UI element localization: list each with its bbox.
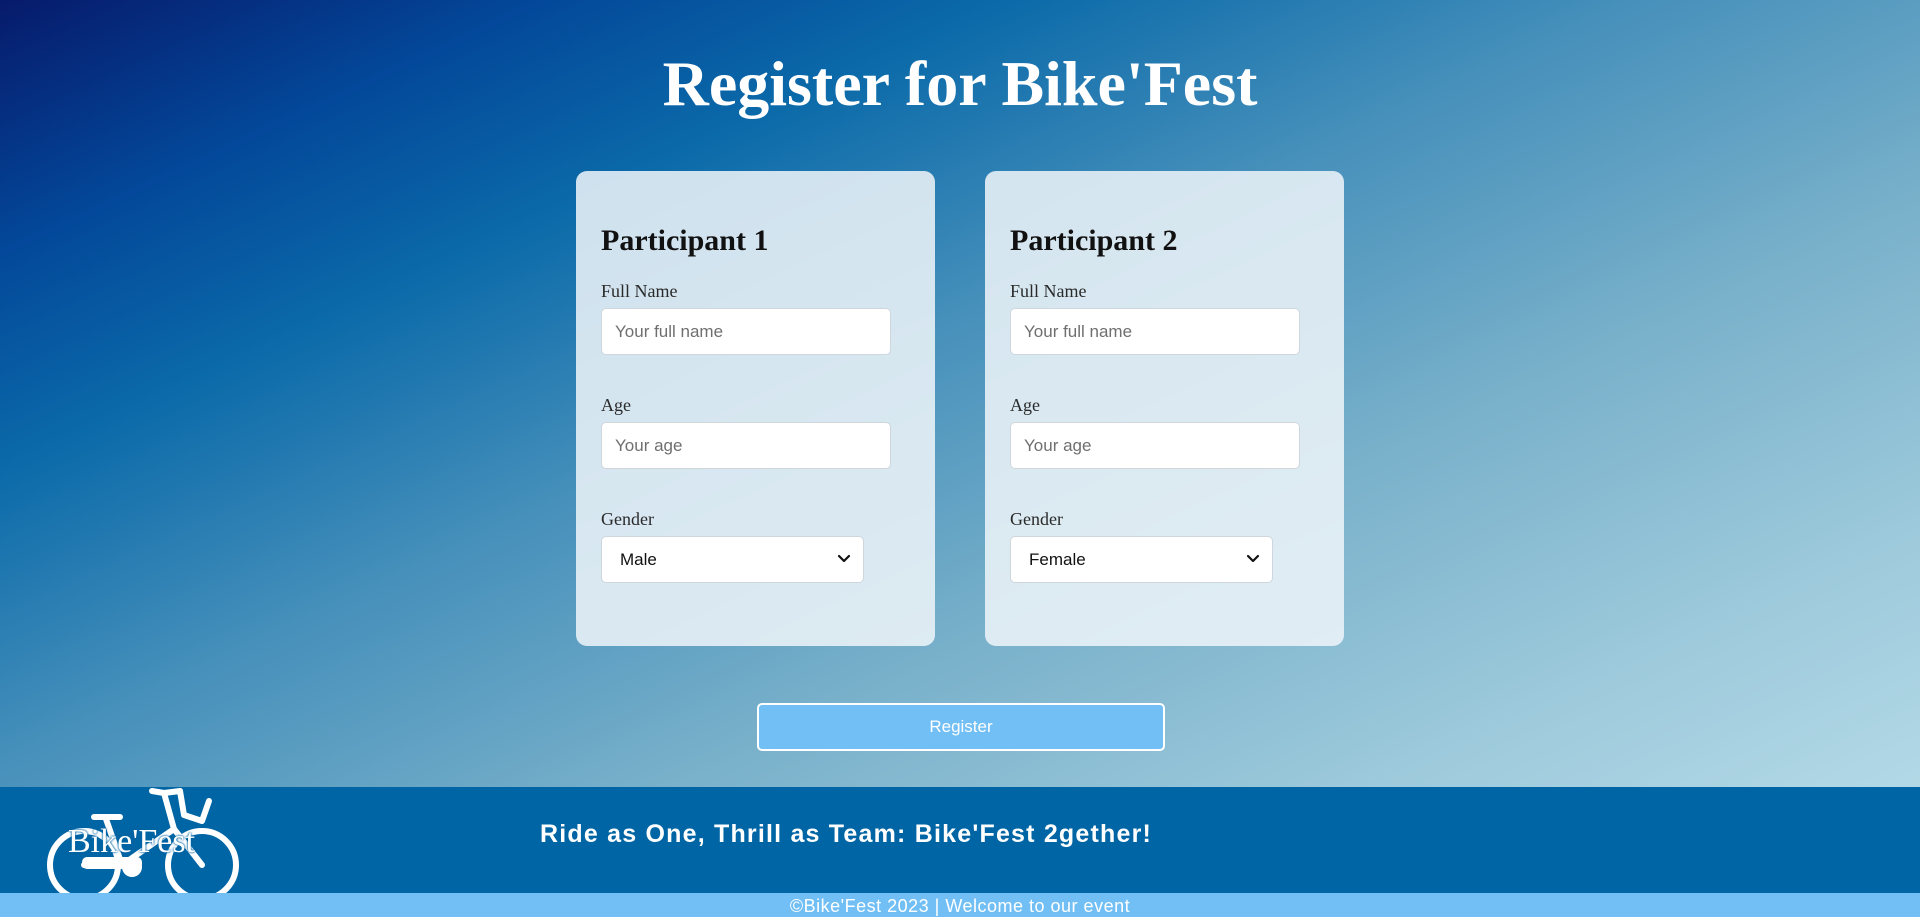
participant-2-card: Participant 2 Full Name Age Gender Femal… bbox=[985, 171, 1344, 646]
page-title: Register for Bike'Fest bbox=[662, 48, 1258, 119]
gender-selected-value: Male bbox=[620, 550, 657, 569]
chevron-down-icon bbox=[1246, 554, 1260, 563]
logo[interactable]: Bike'Fest bbox=[44, 785, 244, 905]
age-input[interactable] bbox=[1010, 422, 1300, 469]
gender-select[interactable]: Female bbox=[1010, 536, 1273, 583]
full-name-input[interactable] bbox=[601, 308, 891, 355]
gender-select[interactable]: Male bbox=[601, 536, 864, 583]
register-button[interactable]: Register bbox=[757, 703, 1165, 751]
chevron-down-icon bbox=[837, 554, 851, 563]
copyright-text: ©Bike'Fest 2023 | Welcome to our event bbox=[789, 896, 1131, 916]
age-label: Age bbox=[1010, 395, 1040, 415]
footer: Bike'Fest Ride as One, Thrill as Team: B… bbox=[0, 787, 1920, 902]
footer-tagline: Ride as One, Thrill as Team: Bike'Fest 2… bbox=[540, 820, 1153, 848]
participant-1-heading: Participant 1 bbox=[601, 224, 769, 257]
age-input[interactable] bbox=[601, 422, 891, 469]
copyright-bar: ©Bike'Fest 2023 | Welcome to our event bbox=[0, 893, 1920, 917]
gender-selected-value: Female bbox=[1029, 550, 1086, 569]
gender-label: Gender bbox=[601, 509, 654, 529]
gender-label: Gender bbox=[1010, 509, 1063, 529]
logo-text: Bike'Fest bbox=[68, 823, 196, 860]
full-name-input[interactable] bbox=[1010, 308, 1300, 355]
full-name-label: Full Name bbox=[601, 281, 678, 301]
full-name-label: Full Name bbox=[1010, 281, 1087, 301]
age-label: Age bbox=[601, 395, 631, 415]
participant-2-heading: Participant 2 bbox=[1010, 224, 1178, 257]
participant-1-card: Participant 1 Full Name Age Gender Male bbox=[576, 171, 935, 646]
